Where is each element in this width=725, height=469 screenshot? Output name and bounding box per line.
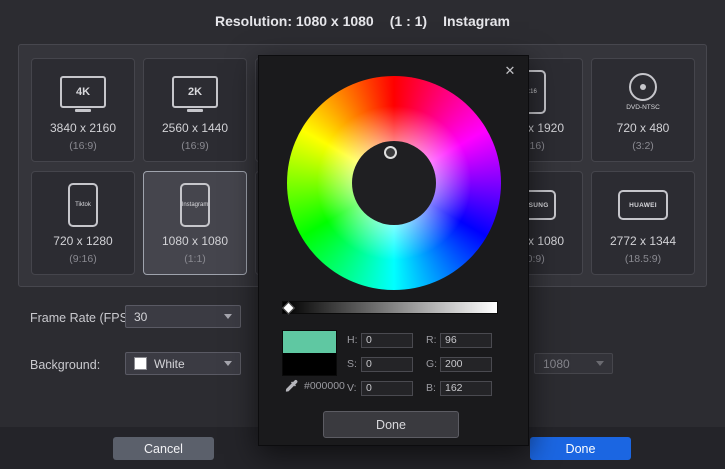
green-label: G: bbox=[426, 358, 440, 370]
header-preset-text: Instagram bbox=[443, 13, 510, 29]
height-dropdown[interactable]: 1080 bbox=[534, 353, 613, 374]
preset-card-dvd-ntsc[interactable]: DVD-NTSC 720 x 480 (3:2) bbox=[591, 58, 695, 162]
hex-value: #000000 bbox=[304, 380, 345, 392]
done-button[interactable]: Done bbox=[530, 437, 631, 460]
frame-rate-label: Frame Rate (FPS): bbox=[30, 311, 136, 325]
icon-label: DVD-NTSC bbox=[626, 104, 660, 111]
red-label: R: bbox=[426, 334, 440, 346]
preset-card-instagram[interactable]: Instagram 1080 x 1080 (1:1) bbox=[143, 171, 247, 275]
preset-ratio: (16:9) bbox=[181, 140, 208, 152]
frame-rate-dropdown[interactable]: 30 bbox=[125, 305, 241, 328]
preset-card-4k[interactable]: 4K 3840 x 2160 (16:9) bbox=[31, 58, 135, 162]
current-color-swatch bbox=[283, 353, 336, 375]
color-value-fields: H: R: S: G: V: B: bbox=[347, 332, 492, 404]
phone-icon: Instagram bbox=[180, 183, 210, 227]
eyedropper-row: #000000 bbox=[284, 379, 345, 393]
frame-rate-value: 30 bbox=[134, 310, 218, 324]
preset-ratio: (1:1) bbox=[184, 253, 206, 265]
background-label: Background: bbox=[30, 358, 100, 372]
icon-label: 4K bbox=[76, 86, 90, 98]
chevron-down-icon bbox=[224, 361, 232, 366]
resolution-settings-dialog: Resolution: 1080 x 1080 (1 : 1) Instagra… bbox=[0, 0, 725, 469]
height-value: 1080 bbox=[543, 357, 590, 371]
preset-resolution: 1080 x 1080 bbox=[162, 234, 228, 248]
phone-icon: HUAWEI bbox=[618, 190, 668, 220]
icon-label: 2K bbox=[188, 86, 202, 98]
preset-ratio: (3:2) bbox=[632, 140, 654, 152]
icon-label: HUAWEI bbox=[629, 202, 657, 209]
color-wheel[interactable] bbox=[287, 76, 501, 290]
eyedropper-icon[interactable] bbox=[284, 379, 298, 393]
background-dropdown[interactable]: White bbox=[125, 352, 241, 375]
brightness-slider-handle[interactable] bbox=[282, 301, 295, 314]
monitor-icon: 4K bbox=[60, 76, 106, 108]
color-wheel-selector[interactable] bbox=[384, 146, 397, 159]
preset-resolution: 720 x 1280 bbox=[53, 234, 112, 248]
picker-done-button[interactable]: Done bbox=[323, 411, 459, 438]
icon-label: Tiktok bbox=[75, 202, 91, 208]
header-resolution-text: Resolution: 1080 x 1080 bbox=[215, 13, 374, 29]
red-input[interactable] bbox=[440, 333, 492, 348]
color-preview bbox=[282, 330, 337, 376]
chevron-down-icon bbox=[596, 361, 604, 366]
monitor-icon: 2K bbox=[172, 76, 218, 108]
preset-resolution: 2772 x 1344 bbox=[610, 234, 676, 248]
close-icon[interactable]: ✕ bbox=[502, 63, 518, 79]
blue-label: B: bbox=[426, 382, 440, 394]
value-label: V: bbox=[347, 382, 361, 394]
green-input[interactable] bbox=[440, 357, 492, 372]
preset-card-tiktok[interactable]: Tiktok 720 x 1280 (9:16) bbox=[31, 171, 135, 275]
header-ratio-text: (1 : 1) bbox=[390, 13, 427, 29]
preset-resolution: 3840 x 2160 bbox=[50, 121, 116, 135]
phone-icon: Tiktok bbox=[68, 183, 98, 227]
preset-ratio: (16:9) bbox=[69, 140, 96, 152]
new-color-swatch bbox=[283, 331, 336, 353]
cancel-button[interactable]: Cancel bbox=[113, 437, 214, 460]
background-color-swatch bbox=[134, 357, 147, 370]
blue-input[interactable] bbox=[440, 381, 492, 396]
preset-resolution: 2560 x 1440 bbox=[162, 121, 228, 135]
value-input[interactable] bbox=[361, 381, 413, 396]
background-value: White bbox=[154, 357, 218, 371]
disc-icon bbox=[629, 73, 657, 101]
brightness-slider[interactable] bbox=[282, 301, 498, 314]
preset-ratio: (9:16) bbox=[69, 253, 96, 265]
dialog-header: Resolution: 1080 x 1080 (1 : 1) Instagra… bbox=[0, 0, 725, 42]
preset-ratio: (18.5:9) bbox=[625, 253, 661, 265]
preset-card-2k[interactable]: 2K 2560 x 1440 (16:9) bbox=[143, 58, 247, 162]
hue-input[interactable] bbox=[361, 333, 413, 348]
preset-resolution: 720 x 480 bbox=[617, 121, 670, 135]
hue-label: H: bbox=[347, 334, 361, 346]
chevron-down-icon bbox=[224, 314, 232, 319]
color-picker-dialog: ✕ #000000 H: R: S: bbox=[258, 55, 529, 446]
icon-label: Instagram bbox=[182, 202, 209, 208]
saturation-input[interactable] bbox=[361, 357, 413, 372]
saturation-label: S: bbox=[347, 358, 361, 370]
preset-card-huawei[interactable]: HUAWEI 2772 x 1344 (18.5:9) bbox=[591, 171, 695, 275]
